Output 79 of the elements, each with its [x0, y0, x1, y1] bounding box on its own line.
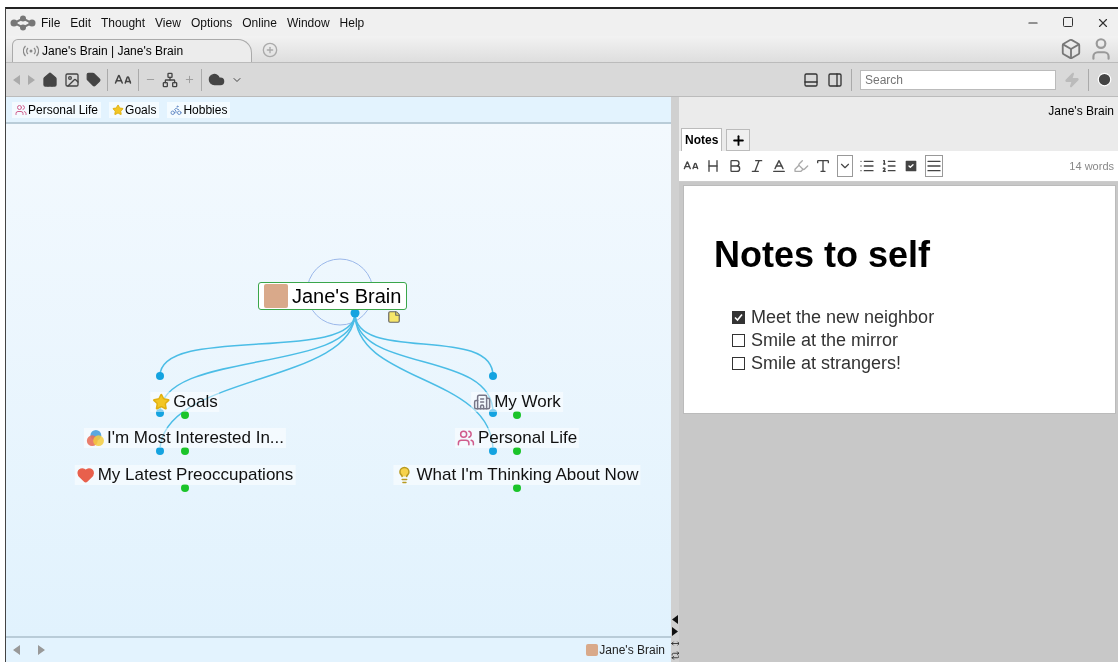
star-icon [112, 103, 125, 116]
broadcast-icon [23, 45, 39, 57]
note-icon[interactable] [387, 310, 401, 324]
heading-icon[interactable] [705, 158, 721, 174]
link-dot[interactable] [156, 409, 164, 417]
bold-icon[interactable] [727, 158, 743, 174]
cube-icon[interactable] [1060, 38, 1082, 60]
bicycle-icon [170, 103, 183, 116]
checklist-icon[interactable] [903, 158, 919, 174]
heart-icon [76, 466, 95, 484]
menu-item[interactable]: Options [185, 15, 238, 30]
word-count: 14 words [1069, 160, 1114, 172]
checkbox[interactable] [732, 357, 745, 370]
menu-item[interactable]: View [150, 15, 186, 30]
avatar-photo [264, 284, 288, 308]
current-thought-label[interactable]: Jane's Brain [586, 643, 665, 657]
circles-icon [85, 429, 104, 447]
numbered-list-icon[interactable] [881, 158, 897, 174]
search-field[interactable]: Search [860, 69, 1056, 90]
central-thought[interactable]: Jane's Brain [258, 282, 408, 310]
app-logo-icon [10, 14, 36, 31]
link-dot[interactable] [156, 447, 164, 455]
pinned-thought[interactable]: Goals [109, 101, 160, 118]
link-dot[interactable] [513, 447, 521, 455]
bullet-list-icon[interactable] [859, 158, 875, 174]
network-icon[interactable] [162, 71, 178, 88]
child-thought[interactable]: My Work [471, 392, 563, 412]
child-thought[interactable]: I'm Most Interested In... [83, 428, 287, 448]
image-icon[interactable] [64, 71, 80, 88]
font-icon[interactable] [815, 158, 831, 174]
child-thought[interactable]: My Latest Preoccupations [74, 465, 296, 485]
brain-name: Jane's Brain [1048, 104, 1114, 118]
swap-icon[interactable] [670, 651, 680, 660]
link-dot[interactable] [181, 484, 189, 492]
maximize-icon[interactable] [1062, 15, 1074, 28]
home-icon[interactable] [42, 71, 58, 88]
checklist-text: Smile at the mirror [751, 330, 899, 351]
link-dot[interactable] [489, 447, 497, 455]
link-dot[interactable] [156, 372, 164, 380]
people-icon [15, 103, 27, 116]
menu-item[interactable]: Online [237, 15, 282, 30]
child-thought[interactable]: Goals [150, 392, 220, 412]
link-dot[interactable] [489, 372, 497, 380]
menu-item[interactable]: Window [281, 15, 335, 30]
avatar-photo [586, 644, 599, 656]
pinned-thought[interactable]: Hobbies [167, 101, 231, 118]
add-tab-button[interactable] [726, 129, 751, 151]
italic-icon[interactable] [749, 158, 765, 174]
checkbox[interactable] [732, 311, 745, 324]
align-icon[interactable] [925, 155, 943, 177]
menu-item[interactable]: File [36, 15, 66, 30]
bottom-panel-icon[interactable] [803, 71, 819, 88]
menu-item[interactable]: Edit [65, 15, 97, 30]
link-dot[interactable] [513, 411, 521, 419]
cloud-icon[interactable] [208, 71, 225, 88]
tag-icon[interactable] [86, 72, 101, 87]
star-icon [152, 393, 171, 411]
pinned-thought[interactable]: Personal Life [12, 101, 102, 118]
link-dot[interactable] [489, 409, 497, 417]
link-dot[interactable] [181, 411, 189, 419]
menu-item[interactable]: Thought [96, 15, 151, 30]
dropdown-icon[interactable] [837, 155, 853, 177]
link-dot[interactable] [513, 484, 521, 492]
checklist-text: Smile at strangers! [751, 353, 902, 374]
plus-icon [730, 132, 746, 148]
note-title: Notes to self [714, 234, 932, 276]
child-thought[interactable]: What I'm Thinking About Now [393, 465, 641, 485]
checklist-text: Meet the new neighbor [751, 307, 935, 328]
menu-item[interactable]: Help [334, 15, 370, 30]
notes-tab[interactable]: Notes [681, 128, 723, 151]
right-panel-icon[interactable] [827, 71, 843, 88]
building-icon [473, 393, 492, 411]
link-dot[interactable] [181, 447, 189, 455]
resize-icon[interactable] [670, 639, 680, 648]
document-tab[interactable]: Jane's Brain | Jane's Brain [12, 39, 252, 62]
checkbox[interactable] [732, 334, 745, 347]
child-thought[interactable]: Personal Life [454, 428, 580, 448]
people-icon [456, 429, 475, 447]
text-color-icon[interactable] [771, 158, 787, 174]
